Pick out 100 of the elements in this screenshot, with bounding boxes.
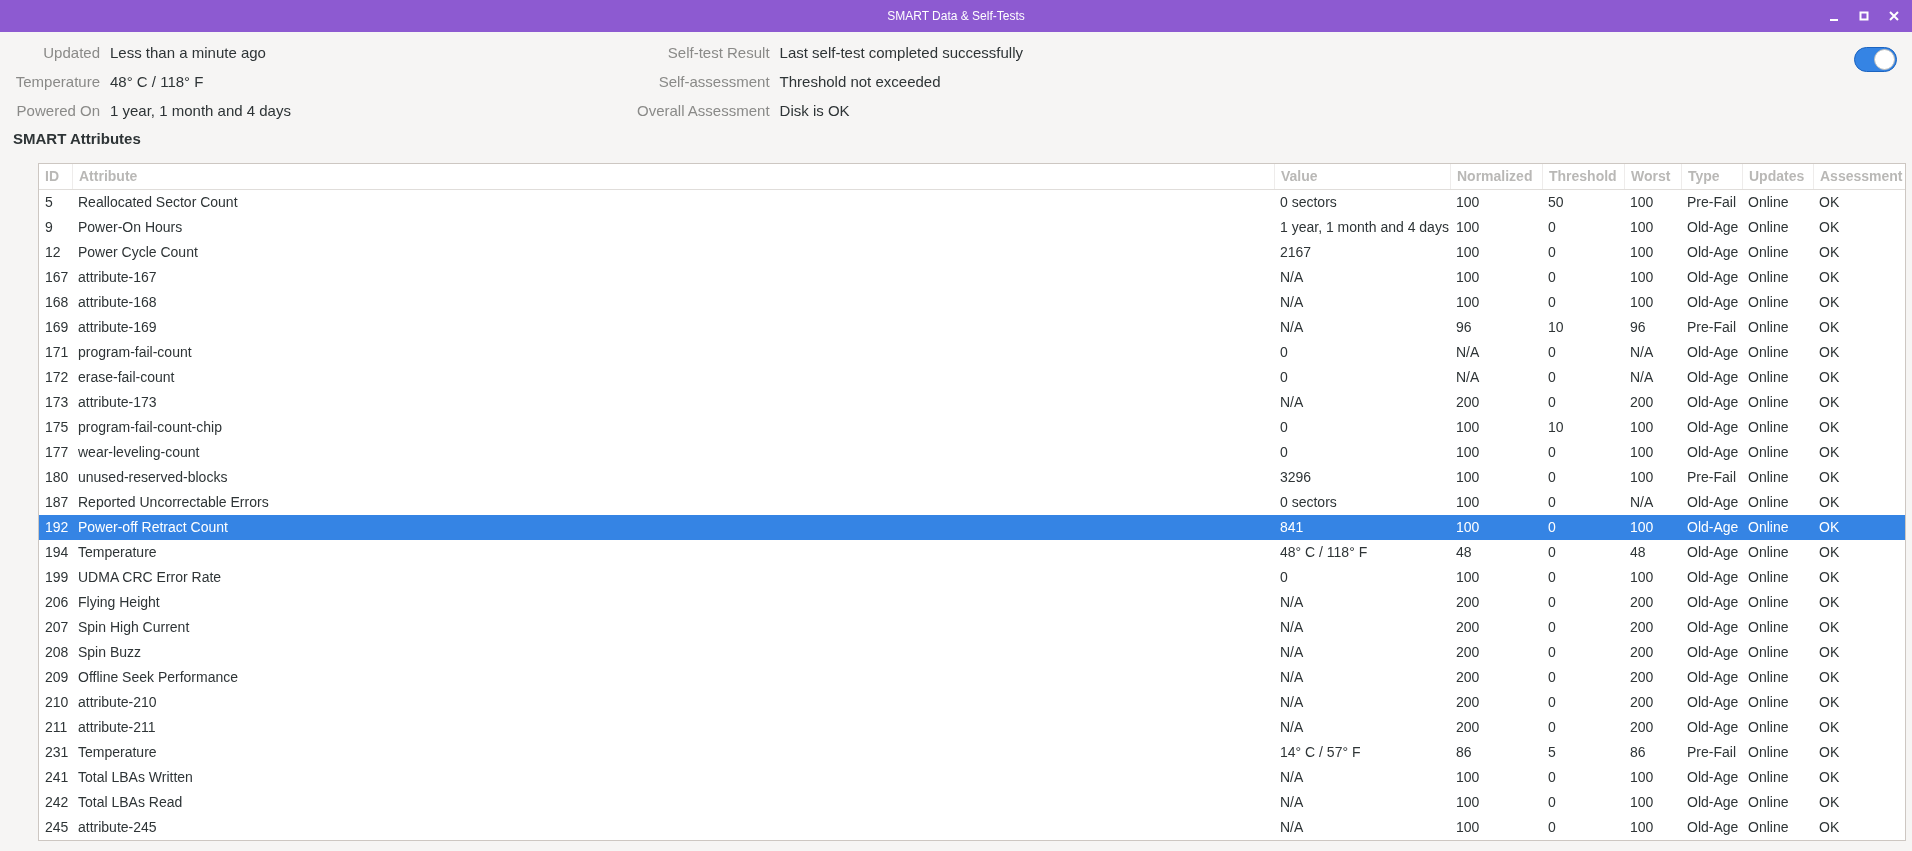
table-cell-text: Online	[1747, 442, 1790, 462]
table-cell-text: 841	[1279, 517, 1305, 537]
table-cell-text: Old-Age	[1686, 592, 1740, 612]
column-header[interactable]: Attribute	[72, 163, 1274, 189]
table-cell-text: 245	[44, 817, 70, 837]
table-cell-text: Online	[1747, 242, 1790, 262]
table-cell-text: 200	[1629, 617, 1655, 637]
table-cell-text: 100	[1629, 767, 1655, 787]
table-cell-text: 12	[44, 242, 62, 262]
table-cell-text: attribute-168	[77, 292, 158, 312]
table-cell-text: 100	[1455, 767, 1481, 787]
table-cell-text: Online	[1747, 542, 1790, 562]
table-cell-text: OK	[1818, 567, 1841, 587]
table-cell-text: 9	[44, 217, 54, 237]
table-cell-text: 100	[1455, 267, 1481, 287]
table-cell-text: program-fail-count-chip	[77, 417, 223, 437]
table-cell-text: 0	[1279, 442, 1289, 462]
table-cell-text: erase-fail-count	[77, 367, 176, 387]
table-cell-text: Old-Age	[1686, 767, 1740, 787]
table-cell-text: 48	[1455, 542, 1473, 562]
table-cell-text: N/A	[1279, 692, 1305, 712]
table-cell-text: OK	[1818, 717, 1841, 737]
table-cell-text: Old-Age	[1686, 242, 1740, 262]
table-cell-text: unused-reserved-blocks	[77, 467, 229, 487]
close-icon	[1889, 11, 1899, 21]
table-cell-text: N/A	[1279, 617, 1305, 637]
table-cell-text: 200	[1455, 717, 1481, 737]
table-cell-text: attribute-211	[77, 717, 157, 737]
column-header[interactable]: Value	[1274, 163, 1450, 189]
table-cell-text: 168	[44, 292, 70, 312]
table-cell-text: OK	[1818, 542, 1841, 562]
table-cell-text: Spin Buzz	[77, 642, 143, 662]
table-cell-text: 0	[1547, 292, 1557, 312]
table-cell-text: OK	[1818, 342, 1841, 362]
selected-row[interactable]: 192 Power-off Retract Count 841 100 0 100 Old-Age Online OK	[39, 514, 1905, 540]
table-cell-text: Online	[1747, 317, 1790, 337]
table-cell-text: OK	[1818, 517, 1841, 537]
table-cell-text: 200	[1455, 592, 1481, 612]
table-cell-text: 50	[1547, 192, 1565, 212]
table-cell-text: 0	[1547, 267, 1557, 287]
table-cell-text: 0 sectors	[1279, 492, 1338, 512]
field-label: Self-assessment	[657, 72, 770, 92]
table-cell-text: 0	[1547, 717, 1557, 737]
column-header[interactable]: ID	[39, 163, 72, 189]
table-cell-text: OK	[1818, 492, 1841, 512]
table-cell-text: OK	[1818, 692, 1841, 712]
table-cell-text: Old-Age	[1686, 417, 1740, 437]
table-cell-text: 86	[1629, 742, 1647, 762]
column-header[interactable]: Normalized	[1450, 163, 1542, 189]
table-cell-text: 0	[1547, 692, 1557, 712]
table-cell-text: 187	[44, 492, 70, 512]
table-cell-text: Pre-Fail	[1686, 467, 1737, 487]
table-cell-text: 86	[1455, 742, 1473, 762]
table-cell-text: Old-Age	[1686, 392, 1740, 412]
table-cell-text: 0	[1547, 767, 1557, 787]
table-cell-text: Online	[1747, 192, 1790, 212]
table-cell-text: 3296	[1279, 467, 1313, 487]
table-cell-text: 100	[1629, 517, 1655, 537]
table-cell-text: 0	[1547, 467, 1557, 487]
table-cell-text: 211	[44, 717, 69, 737]
table-cell-text: Old-Age	[1686, 567, 1740, 587]
field-value: Less than a minute ago	[110, 43, 267, 63]
table-cell-text: 100	[1455, 567, 1481, 587]
table-cell-text: Online	[1747, 567, 1790, 587]
table-cell-text: 241	[44, 767, 70, 787]
table-cell-text: 209	[44, 667, 70, 687]
column-header[interactable]: Type	[1681, 163, 1742, 189]
table-cell-text: Old-Age	[1686, 292, 1740, 312]
table-cell-text: 96	[1455, 317, 1473, 337]
table-cell-text: Online	[1747, 417, 1790, 437]
table-cell-text: 200	[1455, 617, 1481, 637]
table-cell-text: 0	[1547, 667, 1557, 687]
table-cell-text: Temperature	[77, 542, 158, 562]
column-header[interactable]: Threshold	[1542, 163, 1624, 189]
table-cell-text: Old-Age	[1686, 217, 1740, 237]
table-cell-text: Online	[1747, 492, 1790, 512]
table-cell-text: Online	[1747, 667, 1790, 687]
table-cell-text: N/A	[1279, 292, 1305, 312]
table-cell-text: OK	[1818, 617, 1841, 637]
table-cell-text: 100	[1455, 292, 1481, 312]
table-cell-text: Flying Height	[77, 592, 161, 612]
table-cell-text: Online	[1747, 592, 1790, 612]
table-cell-text: 200	[1455, 667, 1481, 687]
table-cell-text: 200	[1629, 642, 1655, 662]
table-cell-text: 180	[44, 467, 70, 487]
table-cell-text: 10	[1547, 317, 1565, 337]
table-cell-text: OK	[1818, 417, 1841, 437]
table-cell-text: Online	[1747, 267, 1790, 287]
table-cell-text: N/A	[1279, 767, 1305, 787]
table-cell-text: Old-Age	[1686, 617, 1740, 637]
table-cell-text: 100	[1455, 242, 1481, 262]
toggle-switch[interactable]	[1854, 47, 1897, 72]
table-cell-text: program-fail-count	[77, 342, 193, 362]
table-cell-text: 242	[44, 792, 70, 812]
table-cell-text: 0	[1547, 642, 1557, 662]
table-cell-text: 5	[44, 192, 54, 212]
column-header[interactable]: Updates	[1742, 163, 1813, 189]
column-header[interactable]: Assessment	[1813, 163, 1905, 189]
table-cell-text: Power-off Retract Count	[77, 517, 229, 537]
column-header[interactable]: Worst	[1624, 163, 1681, 189]
